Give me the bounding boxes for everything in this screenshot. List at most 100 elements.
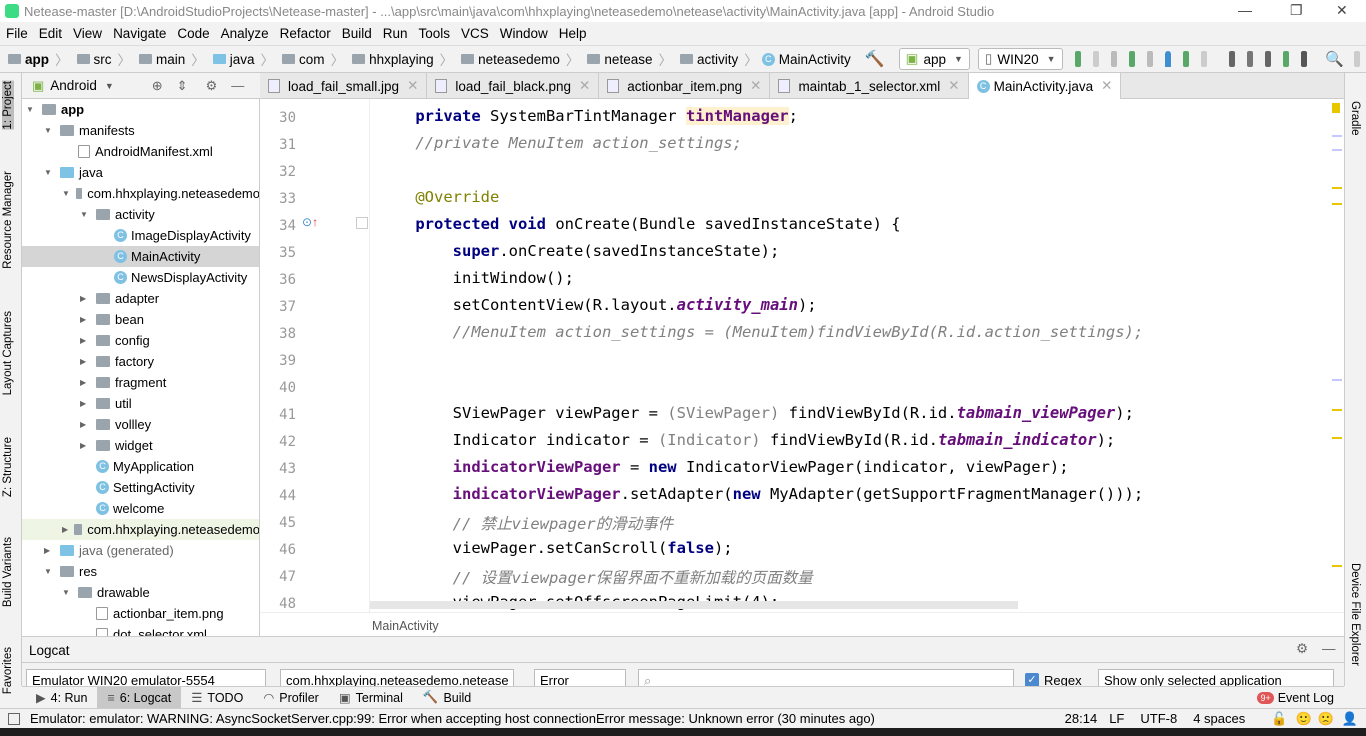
- chevron-down-icon[interactable]: ▼: [80, 210, 90, 219]
- code-line[interactable]: indicatorViewPager = new IndicatorViewPa…: [370, 458, 1069, 476]
- tree-item[interactable]: dot_selector.xml: [22, 624, 259, 636]
- chevron-right-icon[interactable]: ▶: [80, 315, 90, 324]
- tree-item[interactable]: C NewsDisplayActivity: [22, 267, 259, 288]
- breadcrumb-item[interactable]: activity 〉: [676, 49, 758, 69]
- encoding[interactable]: UTF-8: [1140, 711, 1177, 726]
- code-line[interactable]: // 设置viewpager保留界面不重新加载的页面数量: [370, 566, 813, 588]
- project-structure-icon[interactable]: [1229, 51, 1236, 67]
- happy-feedback-icon[interactable]: 🙂: [1295, 711, 1311, 727]
- tree-item[interactable]: ▶ com.hhxplaying.neteasedemo: [22, 519, 259, 540]
- breadcrumb-item[interactable]: main 〉: [135, 49, 205, 69]
- menu-vcs[interactable]: VCS: [461, 26, 489, 41]
- breadcrumb-item[interactable]: neteasedemo 〉: [457, 49, 579, 69]
- code-editor[interactable]: ⊙↑ 30 31 32 33 34 35 36 37 38 39 40 41 42 43 44 45 46 47 4…: [260, 99, 1344, 612]
- menu-window[interactable]: Window: [500, 26, 548, 41]
- build-hammer-icon[interactable]: 🔨: [865, 49, 885, 69]
- code-line[interactable]: protected void onCreate(Bundle savedInst…: [370, 215, 900, 233]
- tree-item[interactable]: ▼ res: [22, 561, 259, 582]
- breadcrumb-item[interactable]: java 〉: [209, 49, 274, 69]
- code-line[interactable]: viewPager.setCanScroll(false);: [370, 539, 733, 557]
- process-select[interactable]: com.hhxplaying.neteasedemo.netease: [280, 669, 514, 686]
- chevron-right-icon[interactable]: ▶: [80, 294, 90, 303]
- debug-icon[interactable]: [1128, 51, 1135, 67]
- tree-item[interactable]: actionbar_item.png: [22, 603, 259, 624]
- tool-window-terminal[interactable]: ▣ Terminal: [329, 687, 413, 709]
- status-message[interactable]: Emulator: emulator: WARNING: AsyncSocket…: [30, 711, 875, 726]
- breadcrumb-item[interactable]: C MainActivity: [761, 49, 851, 69]
- chevron-down-icon[interactable]: ▼: [105, 81, 114, 91]
- toggle-tool-windows-icon[interactable]: [8, 712, 20, 725]
- close-tab-icon[interactable]: ✕: [948, 78, 959, 94]
- editor-tab[interactable]: load_fail_black.png ✕: [427, 73, 600, 99]
- tree-item[interactable]: ▼ java: [22, 162, 259, 183]
- editor-tab[interactable]: actionbar_item.png ✕: [599, 73, 771, 99]
- tree-item[interactable]: ▼ com.hhxplaying.neteasedemo: [22, 183, 259, 204]
- restore-button[interactable]: ❐: [1290, 2, 1303, 19]
- sdk-manager-icon[interactable]: [1283, 51, 1290, 67]
- tab-structure[interactable]: Z: Structure: [2, 437, 14, 497]
- breadcrumb-item[interactable]: hhxplaying 〉: [348, 49, 453, 69]
- tab-layout-captures[interactable]: Layout Captures: [2, 311, 14, 395]
- chevron-down-icon[interactable]: ▼: [62, 588, 72, 597]
- editor-tab[interactable]: maintab_1_selector.xml ✕: [770, 73, 969, 99]
- chevron-right-icon[interactable]: ▶: [80, 378, 90, 387]
- code-line[interactable]: //MenuItem action_settings = (MenuItem)f…: [370, 323, 1144, 341]
- menu-tools[interactable]: Tools: [419, 26, 451, 41]
- code-line[interactable]: // 禁止viewpager的滑动事件: [370, 512, 674, 534]
- chevron-right-icon[interactable]: ▶: [80, 336, 90, 345]
- tree-item[interactable]: ▶ config: [22, 330, 259, 351]
- chevron-right-icon[interactable]: ▶: [44, 546, 54, 555]
- close-tab-icon[interactable]: ✕: [407, 78, 418, 94]
- tree-item[interactable]: ▼ manifests: [22, 120, 259, 141]
- menu-help[interactable]: Help: [559, 26, 587, 41]
- menu-refactor[interactable]: Refactor: [280, 26, 331, 41]
- menu-view[interactable]: View: [73, 26, 102, 41]
- tree-item[interactable]: ▼ drawable: [22, 582, 259, 603]
- tool-window-todo[interactable]: ☰ TODO: [181, 687, 253, 709]
- close-tab-icon[interactable]: ✕: [579, 78, 590, 94]
- code-line[interactable]: super.onCreate(savedInstanceState);: [370, 242, 780, 260]
- run-config-select[interactable]: ▣ app ▼: [898, 48, 970, 70]
- editor-tab[interactable]: C MainActivity.java ✕: [968, 73, 1122, 99]
- code-line[interactable]: Indicator indicator = (Indicator) findVi…: [370, 431, 1116, 449]
- tree-item[interactable]: ▼ activity: [22, 204, 259, 225]
- menu-code[interactable]: Code: [177, 26, 209, 41]
- log-level-select[interactable]: Error: [534, 669, 626, 686]
- event-log-button[interactable]: 9+ Event Log: [1257, 691, 1334, 705]
- tree-item[interactable]: C SettingActivity: [22, 477, 259, 498]
- code-line[interactable]: indicatorViewPager.setAdapter(new MyAdap…: [370, 485, 1144, 503]
- tab-resource-manager[interactable]: Resource Manager: [2, 171, 14, 269]
- coverage-icon[interactable]: [1146, 51, 1153, 67]
- download-icon[interactable]: [1301, 51, 1308, 67]
- chevron-right-icon[interactable]: ▶: [62, 525, 68, 534]
- menu-analyze[interactable]: Analyze: [221, 26, 269, 41]
- breadcrumb-item[interactable]: com 〉: [278, 49, 344, 69]
- menu-navigate[interactable]: Navigate: [113, 26, 166, 41]
- breadcrumb-item[interactable]: netease 〉: [583, 49, 672, 69]
- chevron-down-icon[interactable]: ▼: [62, 189, 70, 198]
- editor-tab[interactable]: load_fail_small.jpg ✕: [260, 73, 428, 99]
- stop-icon[interactable]: [1200, 51, 1208, 67]
- chevron-down-icon[interactable]: ▼: [44, 168, 54, 177]
- tab-gradle[interactable]: Gradle: [1349, 101, 1361, 136]
- tree-item[interactable]: ▶ adapter: [22, 288, 259, 309]
- chevron-down-icon[interactable]: ▼: [26, 105, 36, 114]
- tree-item[interactable]: ▶ bean: [22, 309, 259, 330]
- close-tab-icon[interactable]: ✕: [750, 78, 761, 94]
- error-stripe[interactable]: [1330, 99, 1344, 612]
- tree-item[interactable]: Cwelcome: [22, 498, 259, 519]
- menu-file[interactable]: File: [6, 26, 28, 41]
- device-select[interactable]: ▯ WIN20 ▼: [977, 48, 1063, 70]
- chevron-down-icon[interactable]: ▼: [44, 567, 54, 576]
- cursor-position[interactable]: 28:14: [1065, 711, 1098, 726]
- chevron-right-icon[interactable]: ▶: [80, 357, 90, 366]
- filter-select[interactable]: Show only selected application: [1098, 669, 1334, 686]
- tree-item[interactable]: ▶ widget: [22, 435, 259, 456]
- logcat-search-input[interactable]: ⌕: [638, 669, 1014, 686]
- breadcrumb-item[interactable]: app 〉: [4, 49, 69, 69]
- apply-changes-icon[interactable]: [1092, 51, 1099, 67]
- tool-window-logcat[interactable]: ≡ 6: Logcat: [97, 686, 182, 709]
- fold-icon[interactable]: [356, 217, 368, 229]
- gear-icon[interactable]: ⚙: [1296, 641, 1308, 657]
- hide-icon[interactable]: —: [231, 78, 244, 93]
